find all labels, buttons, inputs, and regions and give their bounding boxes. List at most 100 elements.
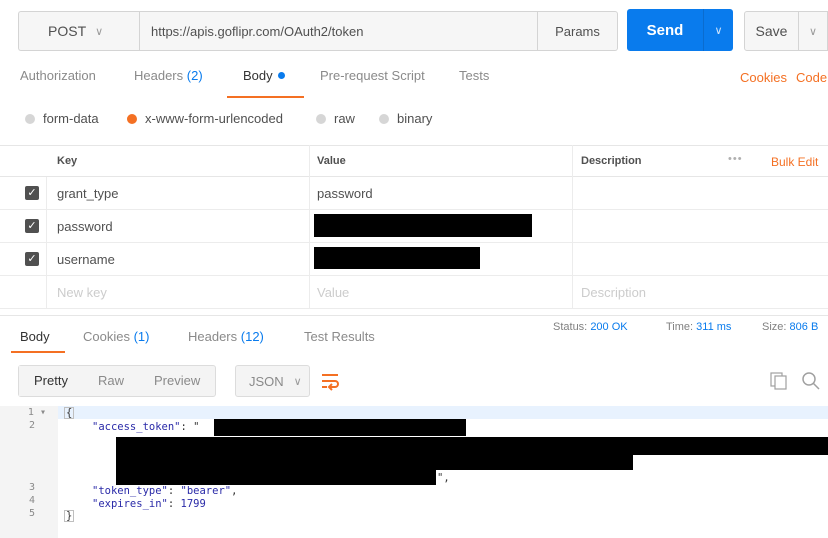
table-row: ✓ password (0, 210, 828, 243)
radio-binary-label: binary (397, 111, 433, 126)
wrap-lines-icon[interactable] (320, 371, 340, 391)
more-options-icon[interactable]: ••• (728, 153, 743, 165)
send-button[interactable]: Send (627, 9, 703, 51)
row-key[interactable]: grant_type (57, 186, 118, 201)
line-number: 2 (28, 420, 35, 431)
radio-form-data[interactable]: form-data (25, 111, 99, 126)
radio-icon (379, 113, 389, 124)
json-punct: : " (180, 421, 200, 433)
new-value-input[interactable]: Value (317, 285, 349, 300)
params-button[interactable]: Params (538, 11, 618, 51)
response-body-code[interactable]: 1 ▾ 2 3 4 5 { "access_token": " ", "toke… (0, 406, 828, 538)
status-indicator: Status: 200 OK (553, 321, 628, 333)
code-line: "access_token": " (92, 421, 199, 433)
chevron-down-icon: ∨ (293, 375, 302, 388)
tab-response-body[interactable]: Body (20, 329, 50, 344)
format-select[interactable]: JSON ∨ (235, 365, 310, 397)
column-value: Value (317, 155, 346, 167)
column-description: Description (581, 155, 642, 167)
tab-prerequest-script[interactable]: Pre-request Script (320, 68, 425, 83)
tab-headers-label: Headers (188, 329, 238, 344)
table-header: Key Value Description ••• Bulk Edit (0, 145, 828, 177)
size-value: 806 B (789, 321, 819, 333)
radio-raw[interactable]: raw (316, 111, 355, 126)
redacted-value (314, 214, 532, 237)
tab-headers[interactable]: Headers (2) (134, 68, 203, 83)
table-row-new: New key Value Description (0, 276, 828, 309)
status-label: Status: (553, 321, 588, 333)
status-value: 200 OK (590, 321, 628, 333)
bulk-edit-link[interactable]: Bulk Edit (771, 155, 818, 169)
modified-dot-icon (277, 72, 285, 79)
tab-body-label: Body (243, 68, 273, 83)
row-checkbox[interactable]: ✓ (25, 252, 39, 266)
radio-urlencoded-label: x-www-form-urlencoded (145, 111, 283, 126)
radio-binary[interactable]: binary (379, 111, 432, 126)
raw-button[interactable]: Raw (83, 366, 139, 396)
code-line: ", (437, 472, 450, 484)
tab-authorization[interactable]: Authorization (20, 68, 96, 83)
preview-button[interactable]: Preview (139, 366, 215, 396)
fold-arrow-icon[interactable]: ▾ (40, 407, 46, 418)
tab-test-results[interactable]: Test Results (304, 329, 375, 344)
line-number: 5 (28, 508, 35, 519)
code-link[interactable]: Code (796, 70, 827, 85)
pretty-button[interactable]: Pretty (19, 366, 83, 396)
line-number: 1 ▾ (0, 407, 46, 418)
code-line: { (64, 407, 75, 419)
url-text: https://apis.goflipr.com/OAuth2/token (151, 23, 364, 39)
redacted-value (314, 247, 480, 269)
method-select[interactable]: POST ∨ (18, 11, 139, 51)
chevron-down-icon: ∨ (808, 25, 818, 38)
tab-response-cookies[interactable]: Cookies (1) (83, 329, 149, 344)
time-indicator: Time: 311 ms (666, 321, 731, 333)
tab-cookies-label: Cookies (83, 329, 130, 344)
active-tab-indicator (11, 351, 65, 353)
json-key: "token_type" (92, 485, 168, 497)
line-number: 3 (28, 482, 35, 493)
view-mode-selector: Pretty Raw Preview (18, 365, 217, 397)
time-label: Time: (666, 321, 694, 333)
json-value: 1799 (180, 498, 206, 510)
format-label: JSON (249, 373, 284, 389)
row-checkbox[interactable]: ✓ (25, 186, 39, 200)
body-type-selector: form-data x-www-form-urlencoded raw bina… (0, 103, 828, 139)
new-description-input[interactable]: Description (581, 285, 646, 300)
new-key-input[interactable]: New key (57, 285, 107, 300)
code-line: "token_type": "bearer", (92, 485, 238, 497)
tab-body[interactable]: Body (243, 68, 285, 83)
radio-form-data-label: form-data (43, 111, 99, 126)
save-button[interactable]: Save (744, 11, 799, 51)
active-line-highlight (58, 406, 828, 419)
search-icon[interactable] (801, 371, 821, 391)
url-input[interactable]: https://apis.goflipr.com/OAuth2/token (139, 11, 538, 51)
open-brace: { (64, 407, 75, 419)
radio-selected-icon (127, 113, 137, 124)
redacted-token (116, 470, 436, 485)
time-value: 311 ms (696, 321, 732, 333)
row-checkbox[interactable]: ✓ (25, 219, 39, 233)
cookies-link[interactable]: Cookies (740, 70, 787, 85)
table-row: ✓ username (0, 243, 828, 276)
row-value[interactable]: password (317, 186, 373, 201)
radio-icon (316, 113, 326, 124)
row-key[interactable]: username (57, 252, 115, 267)
size-label: Size: (762, 321, 787, 333)
radio-urlencoded[interactable]: x-www-form-urlencoded (127, 111, 283, 126)
row-key[interactable]: password (57, 219, 113, 234)
redacted-token (214, 419, 466, 436)
save-dropdown-button[interactable]: ∨ (799, 11, 828, 51)
line-number-text: 1 (27, 407, 34, 418)
method-label: POST (48, 23, 87, 39)
tab-tests[interactable]: Tests (459, 68, 489, 83)
line-number: 4 (28, 495, 35, 506)
copy-icon[interactable] (770, 372, 788, 390)
chevron-down-icon: ∨ (714, 24, 723, 37)
tab-headers-count: (2) (186, 68, 203, 83)
redacted-token (116, 437, 828, 455)
code-line: } (64, 510, 75, 522)
tab-response-headers[interactable]: Headers (12) (188, 329, 264, 344)
send-dropdown-button[interactable]: ∨ (703, 9, 733, 51)
json-key: "expires_in" (92, 498, 168, 510)
radio-raw-label: raw (334, 111, 355, 126)
